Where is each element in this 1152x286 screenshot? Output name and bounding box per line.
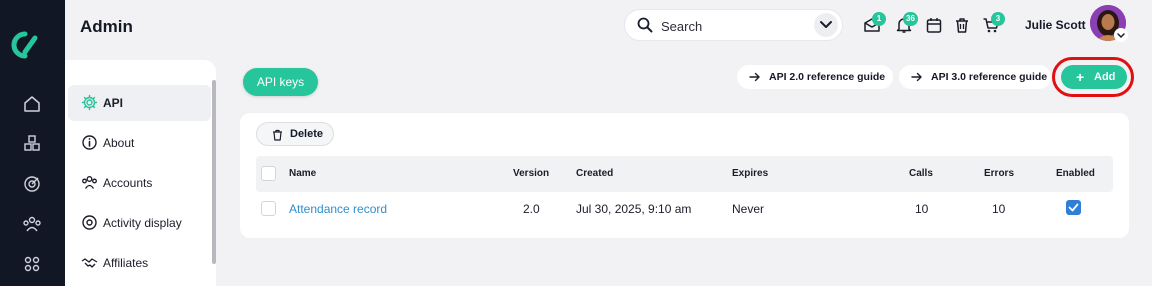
plus-icon: + <box>1076 69 1085 85</box>
info-icon <box>82 135 97 150</box>
sidebar-item-api[interactable]: API <box>68 85 211 121</box>
sidebar-item-about[interactable]: About <box>68 125 211 161</box>
checkmark-icon <box>1068 203 1079 212</box>
inbox-badge: 1 <box>872 12 886 26</box>
api-3-reference-guide-link[interactable]: API 3.0 reference guide <box>899 65 1051 89</box>
sidebar-item-accounts[interactable]: Accounts <box>68 165 211 201</box>
sidebar-item-activity-display[interactable]: Activity display <box>68 205 211 241</box>
api-2-reference-guide-link[interactable]: API 2.0 reference guide <box>737 65 893 89</box>
row-select-checkbox[interactable] <box>261 201 276 216</box>
delete-button-label: Delete <box>290 128 324 140</box>
sidebar-item-label: About <box>103 136 135 150</box>
column-header-enabled[interactable]: Enabled <box>1056 168 1095 179</box>
account-menu-toggle[interactable] <box>1114 28 1128 42</box>
calendar-icon[interactable] <box>925 16 943 34</box>
handshake-icon <box>81 258 98 268</box>
search-placeholder[interactable]: Search <box>661 19 702 34</box>
sidebar-item-label: Accounts <box>103 176 153 190</box>
search-scope-dropdown[interactable] <box>814 13 838 37</box>
sidebar-item-affiliates[interactable]: Affiliates <box>68 245 211 281</box>
link-label: API 3.0 reference guide <box>931 71 1048 83</box>
column-header-calls[interactable]: Calls <box>909 168 933 179</box>
errors-cell: 10 <box>992 202 1006 216</box>
sidebar-item-label: Activity display <box>103 216 182 230</box>
expires-cell: Never <box>732 202 765 216</box>
add-button[interactable]: + Add <box>1061 65 1127 89</box>
arrow-right-icon <box>749 72 760 82</box>
column-header-created[interactable]: Created <box>576 168 613 179</box>
notifications-badge: 36 <box>903 12 918 26</box>
page-title: Admin <box>80 17 133 36</box>
user-name[interactable]: Julie Scott <box>1025 18 1086 32</box>
version-cell: 2.0 <box>523 202 540 216</box>
table-header: Name Version Created Expires Calls Error… <box>256 156 1113 192</box>
people-icon[interactable] <box>22 214 42 234</box>
trash-icon <box>273 129 282 141</box>
brand-logo-icon[interactable] <box>11 30 39 60</box>
column-header-expires[interactable]: Expires <box>732 168 768 179</box>
tab-api-keys[interactable]: API keys <box>243 68 318 96</box>
top-header: Admin Search 1 36 3 Julie Scott <box>65 0 1152 56</box>
sidebar-item-label: API <box>103 96 124 110</box>
delete-button[interactable]: Delete <box>256 122 334 146</box>
home-icon[interactable] <box>22 94 42 114</box>
table-row: Attendance record 2.0 Jul 30, 2025, 9:10… <box>256 192 1113 224</box>
cart-badge: 3 <box>991 12 1005 26</box>
users-icon <box>82 176 97 189</box>
column-header-name[interactable]: Name <box>289 168 316 179</box>
app-rail <box>0 0 65 286</box>
column-header-version[interactable]: Version <box>513 168 549 179</box>
sidebar-scrollbar[interactable] <box>212 80 216 264</box>
apps-grid-icon[interactable] <box>22 254 42 274</box>
select-all-checkbox[interactable] <box>261 166 276 181</box>
add-button-label: Add <box>1094 71 1116 83</box>
cubes-icon[interactable] <box>22 134 42 154</box>
chevron-down-icon <box>820 21 832 28</box>
sidebar-item-label: Affiliates <box>103 256 149 270</box>
search-icon <box>637 17 653 33</box>
gear-icon <box>81 94 98 111</box>
api-keys-table-card: Delete Name Version Created Expires Call… <box>240 113 1129 238</box>
created-cell: Jul 30, 2025, 9:10 am <box>576 202 692 216</box>
api-key-name-link[interactable]: Attendance record <box>289 202 387 216</box>
link-label: API 2.0 reference guide <box>769 71 886 83</box>
column-header-errors[interactable]: Errors <box>984 168 1014 179</box>
chevron-down-icon <box>1117 33 1125 39</box>
settings-sidebar: API About Accounts Activity display Affi… <box>65 60 216 286</box>
trash-icon[interactable] <box>953 16 971 34</box>
calls-cell: 10 <box>915 202 929 216</box>
target-icon[interactable] <box>22 174 42 194</box>
enabled-checkbox[interactable] <box>1066 200 1081 215</box>
search-box[interactable]: Search <box>624 9 843 41</box>
arrow-right-icon <box>911 72 922 82</box>
target-icon <box>82 215 97 230</box>
